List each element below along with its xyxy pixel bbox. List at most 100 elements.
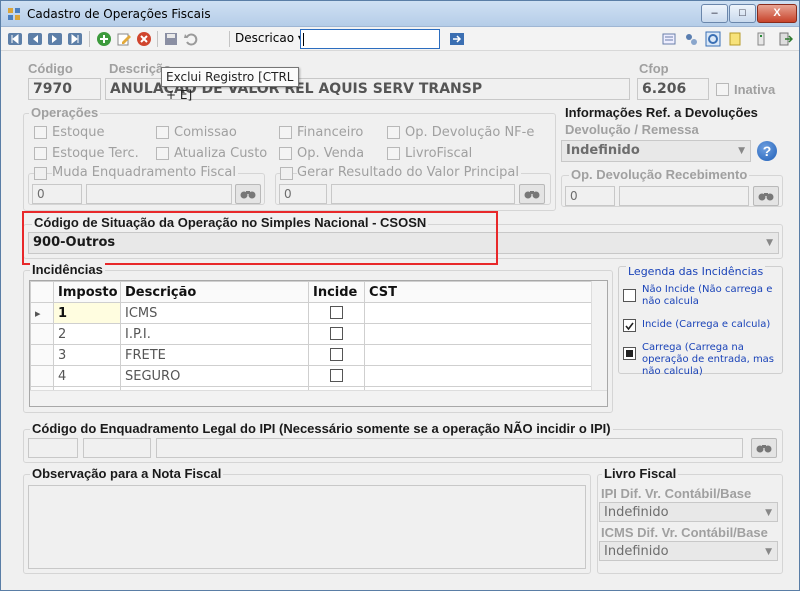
op-recebimento-code-field[interactable]: 0 bbox=[565, 186, 615, 206]
estoque-terc-checkbox[interactable] bbox=[34, 147, 47, 160]
table-row[interactable]: 3 FRETE bbox=[30, 344, 594, 366]
gerar-resultado-checkbox[interactable] bbox=[280, 167, 293, 180]
search-field-dropdown[interactable]: Descricao ▾ bbox=[235, 31, 304, 45]
legend-incide-checkbox bbox=[623, 319, 636, 332]
table-row[interactable]: 4 SEGURO bbox=[30, 365, 594, 387]
cell-cst[interactable] bbox=[364, 344, 594, 366]
cell-incide[interactable] bbox=[308, 323, 365, 345]
icms-dif-label: ICMS Dif. Vr. Contábil/Base bbox=[601, 525, 768, 540]
maximize-button[interactable]: □ bbox=[729, 4, 756, 23]
incide-checkbox[interactable] bbox=[330, 369, 343, 382]
note-icon[interactable] bbox=[727, 31, 743, 47]
col-descricao[interactable]: Descrição bbox=[120, 281, 309, 303]
cell-incide[interactable] bbox=[308, 344, 365, 366]
grid-horizontal-scrollbar[interactable] bbox=[30, 390, 607, 406]
row-indicator[interactable] bbox=[30, 323, 54, 345]
cfop-field[interactable]: 6.206 bbox=[637, 78, 709, 100]
inativa-checkbox[interactable] bbox=[716, 83, 729, 96]
cell-descricao[interactable]: ICMS bbox=[120, 302, 309, 324]
muda-find-button[interactable] bbox=[235, 184, 261, 204]
muda-code-field[interactable]: 0 bbox=[32, 184, 82, 204]
col-cst[interactable]: CST bbox=[364, 281, 594, 303]
col-imposto[interactable]: Imposto bbox=[53, 281, 121, 303]
op-venda-checkbox[interactable] bbox=[279, 147, 292, 160]
cell-imposto[interactable]: 4 bbox=[53, 365, 121, 387]
codigo-field[interactable]: 7970 bbox=[28, 78, 101, 100]
check-icon bbox=[625, 322, 634, 331]
delete-icon[interactable] bbox=[136, 31, 152, 47]
main-window: Cadastro de Operações Fiscais – □ X Desc… bbox=[0, 0, 800, 591]
title-bar[interactable]: Cadastro de Operações Fiscais – □ X bbox=[1, 1, 799, 27]
icms-dif-select[interactable]: Indefinido ▼ bbox=[599, 541, 778, 561]
minimize-button[interactable]: – bbox=[701, 4, 728, 23]
enquadramento-label: Código do Enquadramento Legal do IPI (Ne… bbox=[30, 421, 613, 436]
cell-descricao[interactable]: FRETE bbox=[120, 344, 309, 366]
inativa-label: Inativa bbox=[734, 82, 776, 97]
col-incide[interactable]: Incide bbox=[308, 281, 365, 303]
enquadramento-code-field[interactable] bbox=[28, 438, 78, 458]
app-icon bbox=[8, 8, 20, 20]
row-indicator[interactable]: ▸ bbox=[30, 302, 54, 324]
enquadramento-sub-field[interactable] bbox=[83, 438, 151, 458]
gerar-find-button[interactable] bbox=[519, 184, 545, 204]
gerar-code-field[interactable]: 0 bbox=[279, 184, 327, 204]
cell-descricao[interactable]: SEGURO bbox=[120, 365, 309, 387]
cell-imposto[interactable]: 3 bbox=[53, 344, 121, 366]
incide-checkbox[interactable] bbox=[330, 306, 343, 319]
list-icon[interactable] bbox=[661, 31, 677, 47]
undo-icon[interactable] bbox=[183, 31, 199, 47]
previous-record-icon[interactable] bbox=[27, 31, 43, 47]
grid-vertical-scrollbar[interactable] bbox=[591, 281, 607, 392]
add-icon[interactable] bbox=[96, 31, 112, 47]
cell-cst[interactable] bbox=[364, 302, 594, 324]
cell-cst[interactable] bbox=[364, 323, 594, 345]
incidencias-grid[interactable]: Imposto Descrição Incide CST ▸ 1 ICMS 2 I.P.… bbox=[29, 280, 608, 407]
ipi-dif-select[interactable]: Indefinido ▼ bbox=[599, 502, 778, 522]
financeiro-checkbox[interactable] bbox=[279, 126, 292, 139]
exit-icon[interactable] bbox=[777, 31, 793, 47]
cell-descricao[interactable]: I.P.I. bbox=[120, 323, 309, 345]
atualiza-custo-checkbox[interactable] bbox=[156, 147, 169, 160]
cell-imposto[interactable]: 1 bbox=[53, 302, 121, 324]
row-indicator[interactable] bbox=[30, 365, 54, 387]
comissao-checkbox[interactable] bbox=[156, 126, 169, 139]
edit-icon[interactable] bbox=[116, 31, 132, 47]
devolucao-remessa-select[interactable]: Indefinido ▼ bbox=[561, 140, 751, 162]
cell-cst[interactable] bbox=[364, 365, 594, 387]
muda-desc-field[interactable] bbox=[86, 184, 232, 204]
info-icon[interactable] bbox=[753, 31, 769, 47]
last-record-icon[interactable] bbox=[67, 31, 83, 47]
help-icon[interactable]: ? bbox=[757, 141, 777, 161]
observacao-textarea[interactable] bbox=[28, 485, 586, 569]
gerar-desc-field[interactable] bbox=[331, 184, 515, 204]
legend-carrega-text: Carrega (Carrega na operação de entrada,… bbox=[642, 342, 775, 377]
devolucao-remessa-label: Devolução / Remessa bbox=[565, 122, 699, 137]
next-record-icon[interactable] bbox=[47, 31, 63, 47]
op-devolucao-nfe-checkbox[interactable] bbox=[387, 126, 400, 139]
row-indicator[interactable] bbox=[30, 344, 54, 366]
search-input[interactable] bbox=[300, 29, 440, 49]
estoque-checkbox[interactable] bbox=[34, 126, 47, 139]
save-icon[interactable] bbox=[163, 31, 179, 47]
first-record-icon[interactable] bbox=[7, 31, 23, 47]
livro-fiscal-label: LivroFiscal bbox=[405, 146, 473, 161]
muda-enquadramento-checkbox[interactable] bbox=[34, 167, 47, 180]
enquadramento-find-button[interactable] bbox=[751, 438, 777, 458]
table-row[interactable]: 2 I.P.I. bbox=[30, 323, 594, 345]
legend-incide-text: Incide (Carrega e calcula) bbox=[642, 319, 771, 330]
op-recebimento-desc-field[interactable] bbox=[619, 186, 749, 206]
comissao-label: Comissao bbox=[174, 125, 237, 140]
cell-imposto[interactable]: 2 bbox=[53, 323, 121, 345]
incide-checkbox[interactable] bbox=[330, 348, 343, 361]
table-row[interactable]: ▸ 1 ICMS bbox=[30, 302, 594, 324]
cell-incide[interactable] bbox=[308, 302, 365, 324]
cell-incide[interactable] bbox=[308, 365, 365, 387]
op-recebimento-find-button[interactable] bbox=[753, 186, 779, 206]
incide-checkbox[interactable] bbox=[330, 327, 343, 340]
settings-icon[interactable] bbox=[683, 31, 699, 47]
search-go-icon[interactable] bbox=[449, 31, 465, 47]
livro-fiscal-checkbox[interactable] bbox=[387, 147, 400, 160]
close-button[interactable]: X bbox=[757, 4, 797, 23]
enquadramento-desc-field[interactable] bbox=[156, 438, 743, 458]
refresh-icon[interactable] bbox=[705, 31, 721, 47]
